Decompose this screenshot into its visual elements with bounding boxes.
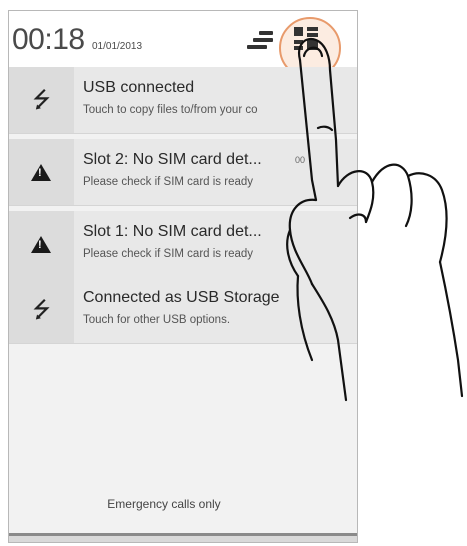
shade-drag-handle[interactable] (9, 533, 357, 542)
notification-icon-cell: ⭍ (9, 67, 74, 133)
settings-toggle-icon[interactable] (294, 27, 318, 53)
notification-icon-cell (9, 211, 74, 277)
notification-usb-storage[interactable]: ⭍ Connected as USB Storage Touch for oth… (9, 277, 357, 344)
notification-icon-cell (9, 139, 74, 205)
notification-title: Slot 1: No SIM card det... (83, 223, 262, 240)
notification-time: 00 (295, 155, 306, 165)
notification-subtitle: Touch to copy files to/from your co (83, 104, 258, 116)
notification-subtitle: Please check if SIM card is ready (83, 176, 254, 188)
drag-handle-line (9, 533, 357, 536)
warning-icon (31, 164, 51, 181)
usb-icon: ⭍ (32, 297, 51, 322)
notification-subtitle: Please check if SIM card is ready (83, 248, 254, 260)
notification-icon-cell: ⭍ (9, 277, 74, 343)
status-bar: 00:18 01/01/2013 (9, 11, 357, 79)
notification-slot2-no-sim[interactable]: Slot 2: No SIM card det... 00 Please che… (9, 139, 357, 206)
notification-usb-connected[interactable]: ⭍ USB connected Touch to copy files to/f… (9, 67, 357, 134)
emergency-calls-label: Emergency calls only (107, 497, 221, 511)
clock-time: 00:18 (12, 23, 85, 56)
notification-slot1-no-sim[interactable]: Slot 1: No SIM card det... Please check … (9, 211, 357, 278)
notification-subtitle: Touch for other USB options. (83, 314, 231, 326)
usb-icon: ⭍ (32, 87, 51, 112)
notification-title: Slot 2: No SIM card det... (83, 151, 262, 168)
clock-date: 01/01/2013 (92, 41, 143, 52)
quick-settings-icon[interactable] (247, 29, 275, 55)
notification-title: USB connected (83, 79, 195, 96)
warning-icon (31, 236, 51, 253)
notification-shade: 00:18 01/01/2013 ⭍ USB connected Touch t… (8, 10, 358, 543)
notification-title: Connected as USB Storage (83, 289, 280, 306)
